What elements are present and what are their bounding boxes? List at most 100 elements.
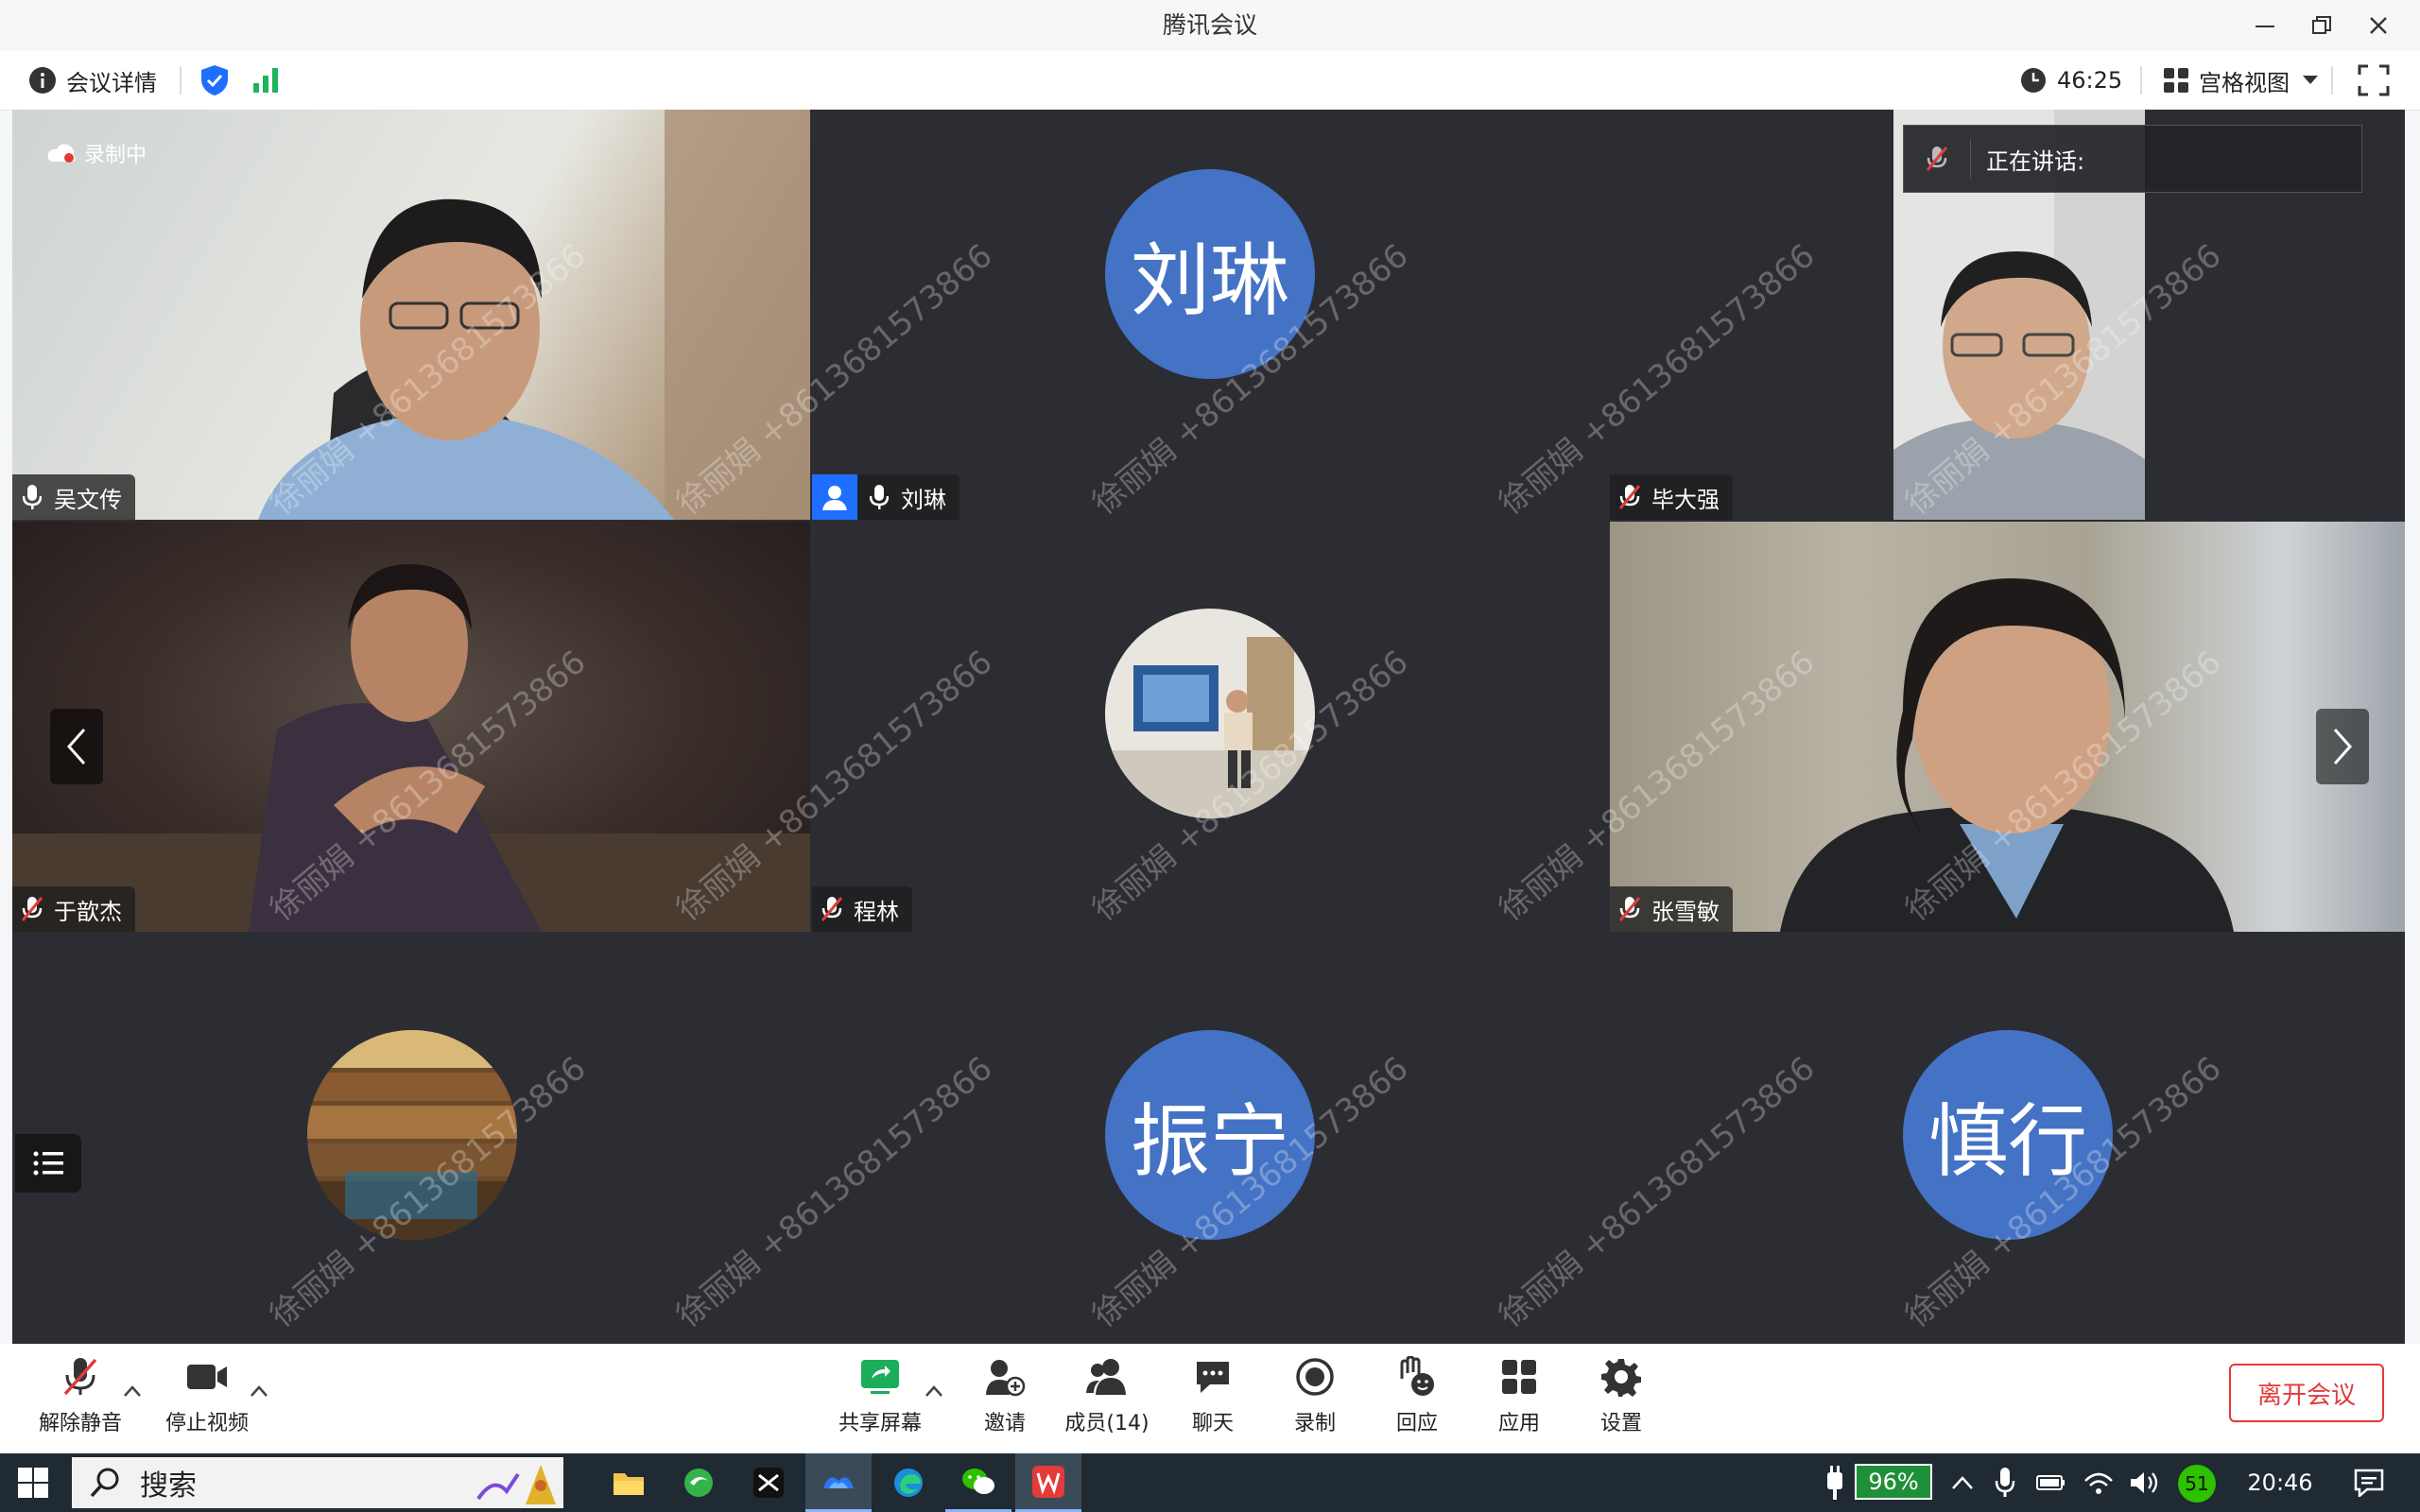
chevron-up-icon — [925, 1385, 942, 1397]
caret-down-icon — [2303, 76, 2318, 84]
video-tile-6[interactable]: 张雪敏 — [1610, 522, 2405, 932]
power-plug-icon — [1819, 1453, 1851, 1512]
video-feed — [12, 564, 810, 932]
video-tile-1[interactable]: 录制中 吴文传 — [12, 110, 810, 520]
chat-bubble-icon — [1189, 1353, 1236, 1400]
participant-name-bar: 程林 — [812, 886, 912, 932]
edge-browser-icon[interactable] — [877, 1453, 940, 1512]
audio-options-caret[interactable] — [123, 1380, 142, 1403]
system-clock[interactable]: 20:46 — [2233, 1453, 2327, 1512]
members-button[interactable]: 成员(14) — [1055, 1353, 1159, 1444]
participant-name-bar: 张雪敏 — [1610, 886, 1733, 932]
chat-button[interactable]: 聊天 — [1161, 1353, 1265, 1444]
browser-icon[interactable] — [667, 1453, 730, 1512]
share-screen-button[interactable]: 共享屏幕 — [828, 1353, 932, 1444]
show-hidden-icons-button[interactable] — [1944, 1453, 1981, 1512]
video-tile-9[interactable]: 慎行 — [1610, 934, 2405, 1344]
mic-icon — [20, 483, 44, 511]
avatar: 振宁 — [1105, 1030, 1315, 1240]
file-explorer-icon[interactable] — [597, 1453, 660, 1512]
apps-button[interactable]: 应用 — [1467, 1353, 1571, 1444]
view-mode-label: 宫格视图 — [2199, 69, 2290, 96]
video-grid: 录制中 吴文传 刘琳 刘琳 毕大强 于歆杰 程林 张雪敏 振宁 慎行 徐丽娟 +… — [12, 110, 2405, 1344]
participant-name-bar: 吴文传 — [12, 474, 135, 520]
video-tile-7[interactable] — [12, 934, 810, 1344]
video-options-caret[interactable] — [250, 1380, 268, 1403]
video-camera-icon — [183, 1353, 231, 1400]
chat-label: 聊天 — [1191, 1412, 1234, 1435]
notification-center-button[interactable] — [2341, 1453, 2397, 1512]
apps-grid-icon — [1495, 1353, 1543, 1400]
participant-name-bar: 毕大强 — [1610, 474, 1733, 520]
mic-muted-icon — [57, 1353, 104, 1400]
next-page-button[interactable] — [2316, 709, 2369, 784]
wechat-tray-badge[interactable]: 51 — [2178, 1465, 2216, 1503]
wechat-icon[interactable] — [945, 1453, 1011, 1512]
react-button[interactable]: 回应 — [1365, 1353, 1469, 1444]
participant-name-bar: 于歆杰 — [12, 886, 135, 932]
clock-icon — [2021, 68, 2046, 93]
members-label: 成员(14) — [1064, 1412, 1150, 1435]
video-tile-2[interactable]: 刘琳 刘琳 — [812, 110, 1608, 520]
participant-name: 吴文传 — [54, 486, 122, 513]
participant-name: 张雪敏 — [1651, 898, 1720, 925]
add-user-icon — [981, 1353, 1028, 1400]
apps-label: 应用 — [1497, 1412, 1540, 1435]
divider — [180, 66, 182, 94]
tencent-meeting-icon[interactable] — [805, 1453, 872, 1512]
meeting-details-button[interactable]: 会议详情 — [28, 64, 157, 96]
volume-icon[interactable] — [2125, 1453, 2165, 1512]
recording-label: 录制中 — [84, 144, 147, 167]
chevron-right-icon — [2333, 729, 2353, 765]
battery-indicator[interactable]: 96% — [1855, 1464, 1932, 1500]
search-highlight-icon — [476, 1465, 556, 1504]
settings-button[interactable]: 设置 — [1569, 1353, 1673, 1444]
grid-view-icon — [2164, 68, 2188, 93]
windows-logo-icon — [18, 1468, 48, 1498]
participant-name: 毕大强 — [1651, 486, 1720, 513]
view-mode-dropdown[interactable]: 宫格视图 — [2163, 64, 2320, 96]
mic-muted-icon — [1904, 139, 1971, 179]
participant-name: 刘琳 — [901, 486, 946, 513]
minimize-icon — [2256, 26, 2274, 27]
fullscreen-button[interactable] — [2358, 64, 2390, 100]
capcut-icon[interactable] — [737, 1453, 800, 1512]
fullscreen-icon — [2358, 64, 2390, 96]
gear-icon — [1598, 1353, 1645, 1400]
stop-video-button[interactable]: 停止视频 — [155, 1353, 259, 1444]
video-tile-5[interactable]: 程林 — [812, 522, 1608, 932]
divider — [2140, 66, 2142, 94]
video-tile-8[interactable]: 振宁 — [812, 934, 1608, 1344]
list-menu-button[interactable] — [15, 1134, 81, 1193]
mic-muted-icon — [820, 895, 844, 923]
minimize-button[interactable] — [2237, 0, 2293, 51]
previous-page-button[interactable] — [50, 709, 103, 784]
notification-icon — [2354, 1469, 2384, 1497]
divider — [2331, 66, 2333, 94]
chevron-up-icon — [124, 1385, 141, 1397]
share-options-caret[interactable] — [925, 1380, 943, 1403]
unmute-button[interactable]: 解除静音 — [28, 1353, 132, 1444]
close-button[interactable] — [2350, 0, 2407, 51]
invite-button[interactable]: 邀请 — [953, 1353, 1057, 1444]
chevron-up-icon — [251, 1385, 268, 1397]
speaking-indicator: 正在讲话: — [1903, 125, 2362, 193]
record-label: 录制 — [1293, 1412, 1336, 1435]
wifi-icon[interactable] — [2080, 1453, 2118, 1512]
video-feed — [258, 110, 810, 520]
start-button[interactable] — [0, 1453, 66, 1512]
video-tile-4[interactable]: 于歆杰 — [12, 522, 810, 932]
microphone-tray-icon[interactable] — [1989, 1453, 2021, 1512]
raise-hand-icon — [1393, 1353, 1441, 1400]
record-button[interactable]: 录制 — [1263, 1353, 1367, 1444]
wps-office-icon[interactable] — [1015, 1453, 1081, 1512]
security-shield-icon[interactable] — [199, 63, 231, 101]
signal-strength-icon[interactable] — [251, 66, 282, 98]
react-label: 回应 — [1395, 1412, 1438, 1435]
video-feed — [1780, 578, 2234, 932]
battery-tray-icon[interactable] — [2032, 1453, 2070, 1512]
leave-meeting-button[interactable]: 离开会议 — [2229, 1364, 2384, 1422]
settings-label: 设置 — [1599, 1412, 1642, 1435]
restore-button[interactable] — [2293, 0, 2350, 51]
taskbar-search-box[interactable]: 搜索 — [72, 1457, 563, 1508]
